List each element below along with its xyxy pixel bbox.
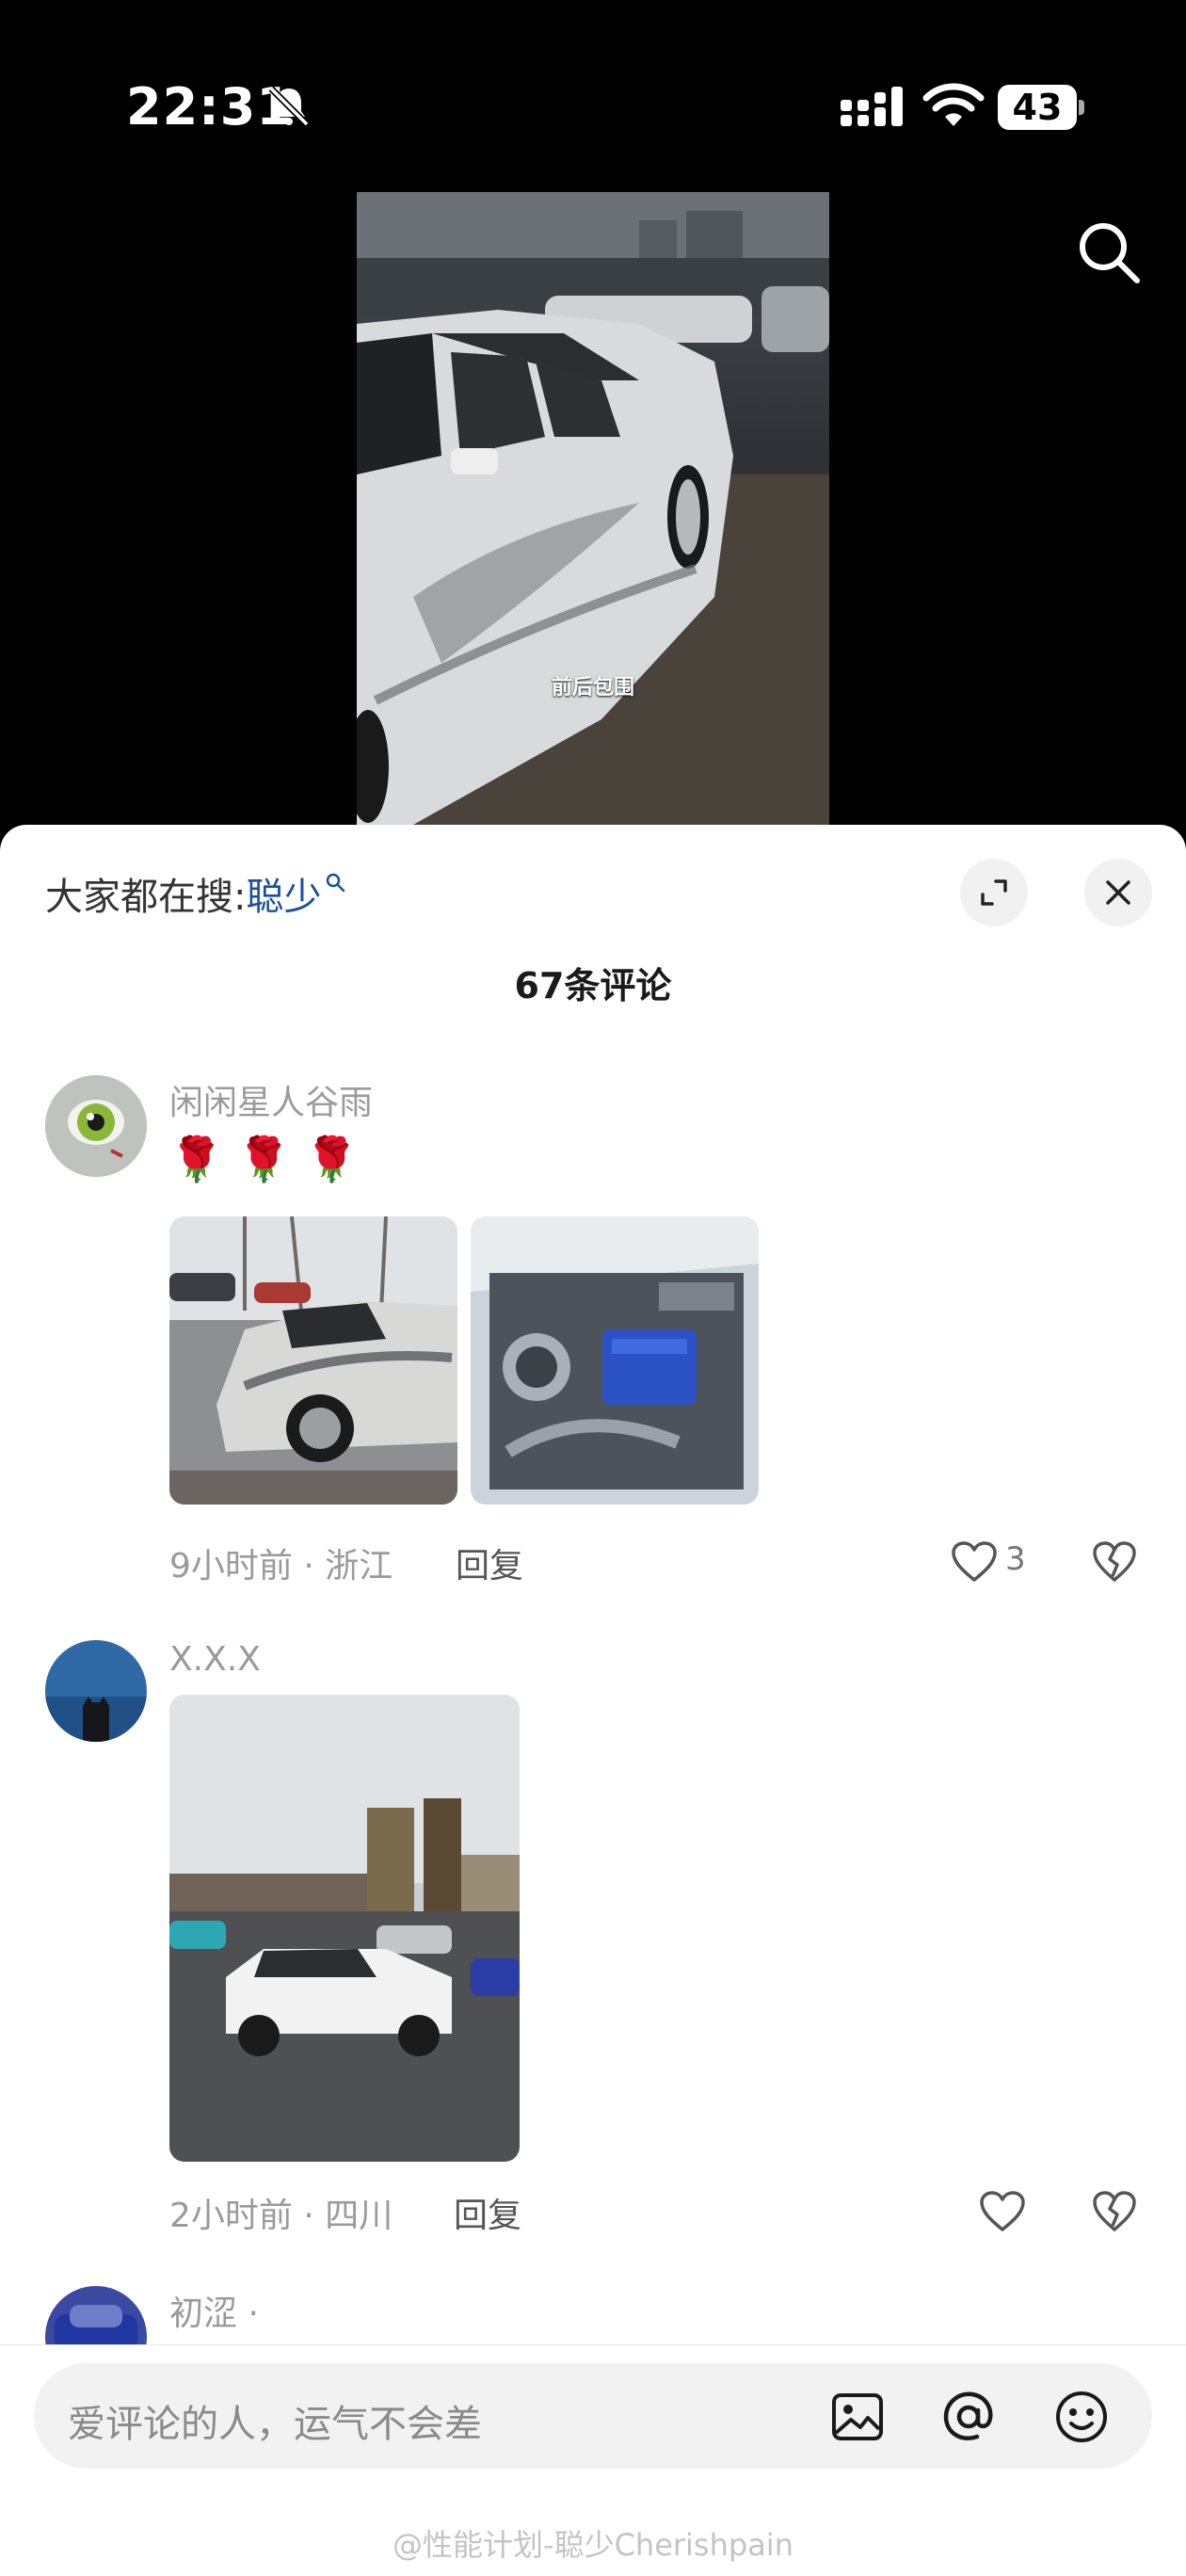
avatar[interactable] xyxy=(45,2286,147,2344)
heart-icon[interactable] xyxy=(979,2190,1026,2233)
wifi-icon xyxy=(922,83,985,126)
hot-search[interactable]: 大家都在搜:聪少 xyxy=(45,866,345,921)
small-search-icon xyxy=(327,873,345,893)
close-button[interactable] xyxy=(1084,859,1152,926)
comment-image[interactable] xyxy=(471,1216,759,1505)
comment-text: 🌹 🌹 🌹 xyxy=(169,1134,360,1184)
comment-username[interactable]: X.X.X xyxy=(169,1640,261,1679)
battery-icon: 43 xyxy=(998,85,1084,130)
avatar-image xyxy=(45,1075,147,1177)
avatar[interactable] xyxy=(45,1640,147,1742)
watermark: @性能计划-聪少Cherishpain xyxy=(393,2527,793,2563)
close-icon xyxy=(1106,880,1130,905)
avatar-image xyxy=(45,2286,147,2344)
comment-input[interactable]: 爱评论的人，运气不会差 xyxy=(34,2363,1152,2469)
input-divider xyxy=(0,2344,1186,2345)
video-caption: 前后包围 xyxy=(551,676,634,700)
comment-image[interactable] xyxy=(169,1695,520,2162)
hot-search-keyword[interactable]: 聪少 xyxy=(246,876,321,919)
comment-username[interactable]: 闲闲星人谷雨 xyxy=(169,1075,373,1124)
image-icon[interactable] xyxy=(830,2390,885,2444)
broken-heart-icon[interactable] xyxy=(1092,1540,1137,1584)
cellular-signal-icon xyxy=(841,87,903,126)
reply-button[interactable]: 回复 xyxy=(456,1538,523,1587)
comment-username[interactable]: 初涩 · xyxy=(169,2286,259,2335)
comment-time-location: 9小时前 · 浙江 xyxy=(169,1547,393,1586)
comment-image[interactable] xyxy=(169,1216,457,1505)
expand-button[interactable] xyxy=(960,859,1028,926)
heart-icon[interactable] xyxy=(951,1540,998,1584)
status-bar: 22:31 43 xyxy=(0,0,1186,188)
emoji-icon[interactable] xyxy=(1054,2390,1109,2444)
search-icon[interactable] xyxy=(1073,217,1145,288)
broken-heart-icon[interactable] xyxy=(1092,2190,1137,2233)
comment-item: 初涩 · xyxy=(0,2286,1186,2344)
comment-time-location: 2小时前 · 四川 xyxy=(169,2197,393,2235)
muted-bell-icon xyxy=(268,86,310,127)
like-count: 3 xyxy=(1005,1540,1026,1578)
at-icon[interactable] xyxy=(941,2390,996,2444)
video-player[interactable]: 前后包围 xyxy=(357,192,829,825)
expand-icon xyxy=(981,879,1007,906)
battery-level: 43 xyxy=(1012,87,1063,128)
comment-sheet: 大家都在搜:聪少 67条评论 闲闲星人谷雨 🌹 🌹 🌹 9小时前 · 浙江 回复… xyxy=(0,825,1186,2576)
comment-count: 67条评论 xyxy=(514,965,672,1006)
car-video-frame xyxy=(357,192,829,825)
comment-input-placeholder: 爱评论的人，运气不会差 xyxy=(68,2403,482,2446)
reply-button[interactable]: 回复 xyxy=(454,2188,521,2237)
avatar[interactable] xyxy=(45,1075,147,1177)
avatar-image xyxy=(45,1640,147,1742)
hot-search-prefix: 大家都在搜: xyxy=(45,876,247,919)
